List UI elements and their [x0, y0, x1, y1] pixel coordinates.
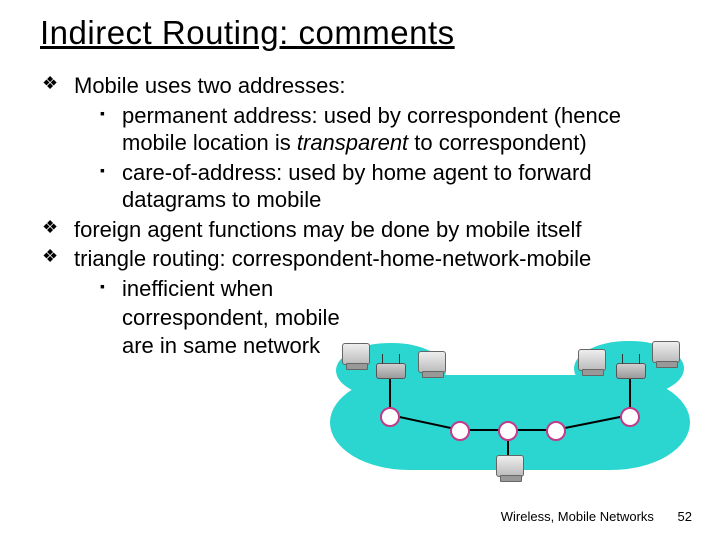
backbone-node-icon: [380, 407, 400, 427]
mobile-host-icon: [652, 341, 680, 363]
bullet-1a-pre: permanent address:: [122, 103, 324, 128]
backbone-node-icon: [450, 421, 470, 441]
bullet-1-text: Mobile uses two addresses:: [74, 72, 680, 100]
bullet-1b: care-of-address: used by home agent to f…: [100, 159, 680, 214]
bullet-3a: inefficient when: [100, 275, 680, 303]
bullet-3-text: triangle routing: correspondent-home-net…: [74, 245, 680, 273]
backbone-node-icon: [620, 407, 640, 427]
bullet-3a-text: inefficient when: [122, 275, 422, 303]
bullet-1a: permanent address: used by correspondent…: [100, 102, 680, 157]
foreign-host-icon: [578, 349, 606, 371]
network-diagram: [330, 335, 690, 485]
bullet-1b-text: care-of-address: used by home agent to f…: [122, 159, 680, 214]
bullet-3-sublist: inefficient when: [74, 275, 680, 303]
home-host-icon: [342, 343, 370, 365]
slide-footer: Wireless, Mobile Networks 52: [501, 509, 692, 524]
bullet-1-sublist: permanent address: used by correspondent…: [74, 102, 680, 214]
bullet-1: Mobile uses two addresses: permanent add…: [42, 72, 680, 214]
bullet-1a-em: transparent: [297, 130, 408, 155]
bullet-3-cont1: correspondent, mobile: [74, 304, 422, 332]
foreign-agent-router-icon: [616, 363, 646, 379]
home-agent-router-icon: [376, 363, 406, 379]
page-number: 52: [678, 509, 692, 524]
home-host2-icon: [418, 351, 446, 373]
slide: Indirect Routing: comments Mobile uses t…: [0, 0, 720, 540]
backbone-node-icon: [498, 421, 518, 441]
bullet-2: foreign agent functions may be done by m…: [42, 216, 680, 244]
bullet-list: Mobile uses two addresses: permanent add…: [40, 72, 680, 359]
correspondent-host-icon: [496, 455, 524, 477]
backbone-node-icon: [546, 421, 566, 441]
bullet-2-text: foreign agent functions may be done by m…: [74, 216, 680, 244]
footer-text: Wireless, Mobile Networks: [501, 509, 654, 524]
bullet-1a-tail: to correspondent): [408, 130, 587, 155]
slide-title: Indirect Routing: comments: [40, 14, 680, 52]
